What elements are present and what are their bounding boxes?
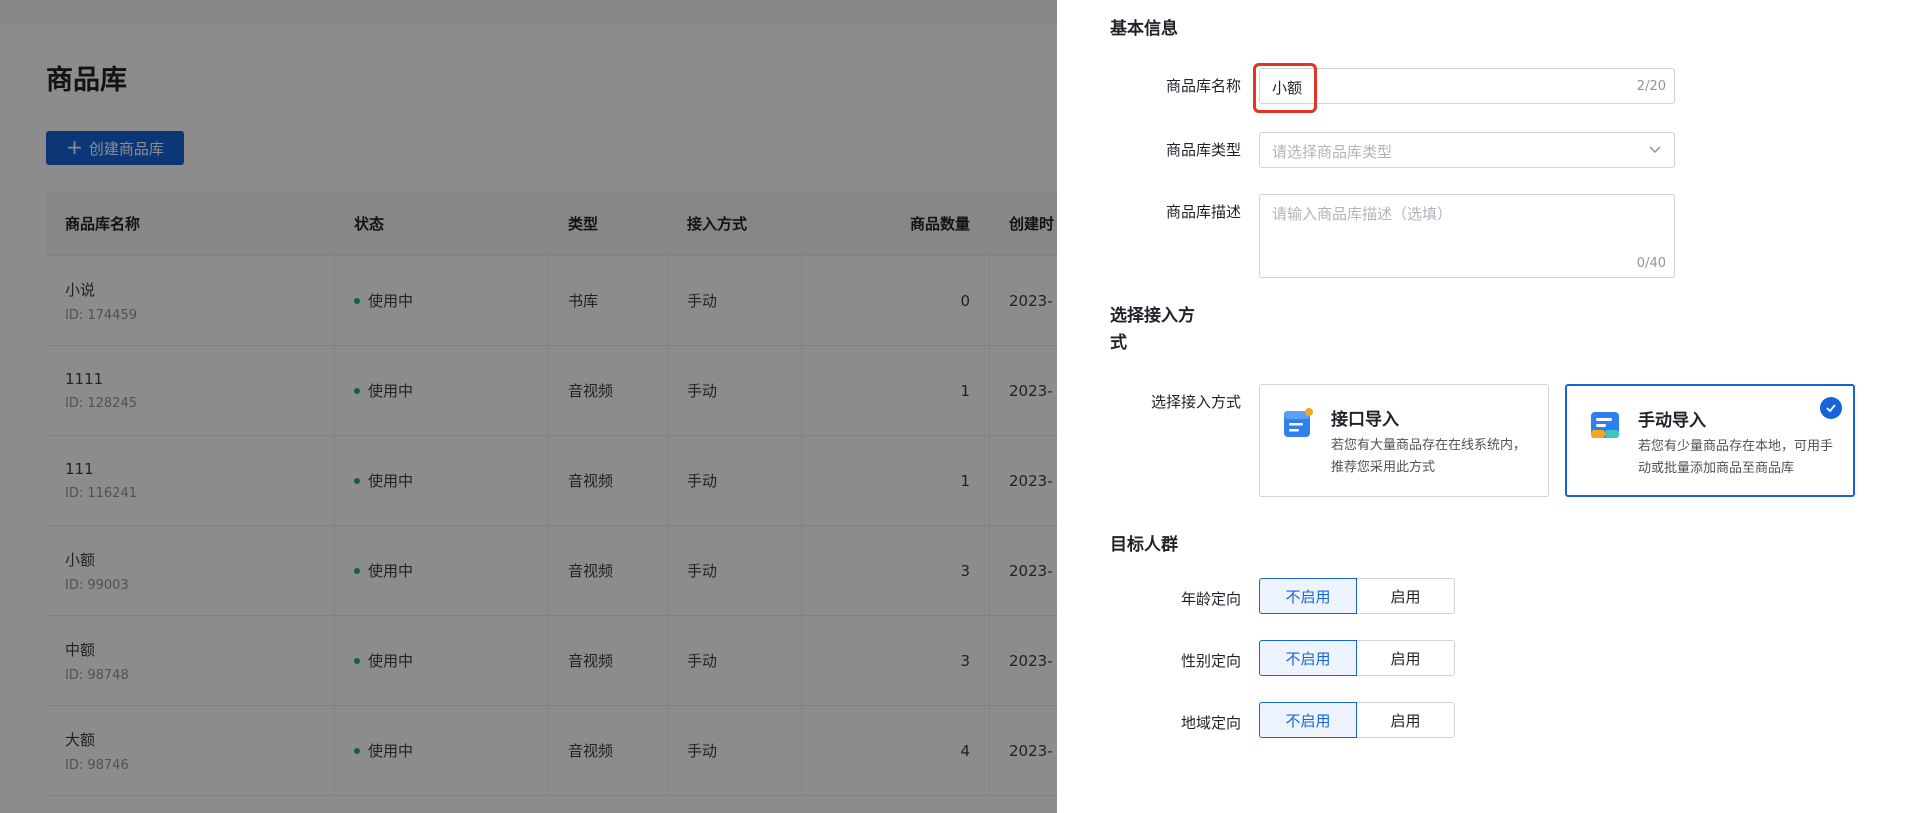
api-import-title: 接口导入 [1331,410,1399,430]
gender-targeting-on[interactable]: 启用 [1357,640,1455,676]
api-import-icon [1284,408,1313,437]
chevron-down-icon [1649,146,1661,154]
age-targeting-off[interactable]: 不启用 [1259,578,1357,614]
manual-import-desc: 若您有少量商品存在本地，可用手动或批量添加商品至商品库 [1638,439,1834,476]
manual-import-icon [1591,412,1619,438]
region-targeting-label: 地域定向 [1180,714,1241,732]
access-title-line-1: 选择接入方 [1110,306,1195,326]
access-label: 选择接入方式 [1150,393,1241,411]
desc-textarea[interactable]: 请输入商品库描述（选填） 0/40 [1259,194,1675,278]
access-title-line-2: 式 [1110,333,1127,353]
gender-targeting-label: 性别定向 [1180,652,1241,670]
gender-targeting-toggle: 不启用 启用 [1259,640,1455,676]
create-library-drawer: 基本信息 商品库名称 小额 2/20 商品库类型 请选择商品库类型 商品库描述 … [1057,0,1920,813]
access-section-title: 选择接入方 式 [1110,303,1220,357]
gender-targeting-off[interactable]: 不启用 [1259,640,1357,676]
selected-check-icon [1820,397,1842,419]
manual-import-title: 手动导入 [1638,411,1706,431]
basic-info-title: 基本信息 [1110,19,1178,39]
age-targeting-label: 年龄定向 [1180,590,1241,608]
name-counter: 2/20 [1636,79,1666,94]
age-targeting-on[interactable]: 启用 [1357,578,1455,614]
desc-counter: 0/40 [1636,256,1666,271]
name-label: 商品库名称 [1165,77,1241,95]
type-select-placeholder: 请选择商品库类型 [1272,143,1393,161]
desc-label: 商品库描述 [1165,203,1241,221]
desc-placeholder: 请输入商品库描述（选填） [1272,205,1453,223]
region-targeting-off[interactable]: 不启用 [1259,702,1357,738]
screen: 商品库 + 创建商品库 商品库名称 状态 类型 接入方式 商品数量 创建时 小说… [0,0,1920,813]
manual-import-card[interactable]: 手动导入 若您有少量商品存在本地，可用手动或批量添加商品至商品库 [1565,384,1855,497]
region-targeting-toggle: 不启用 启用 [1259,702,1455,738]
type-label: 商品库类型 [1165,141,1241,159]
age-targeting-toggle: 不启用 启用 [1259,578,1455,614]
api-import-desc: 若您有大量商品存在在线系统内，推荐您采用此方式 [1331,438,1527,475]
name-input[interactable]: 小额 2/20 [1259,68,1675,104]
type-select[interactable]: 请选择商品库类型 [1259,132,1675,168]
audience-title: 目标人群 [1110,535,1178,555]
region-targeting-on[interactable]: 启用 [1357,702,1455,738]
annotation-highlight-box [1253,63,1317,113]
api-import-card[interactable]: 接口导入 若您有大量商品存在在线系统内，推荐您采用此方式 [1259,384,1549,497]
